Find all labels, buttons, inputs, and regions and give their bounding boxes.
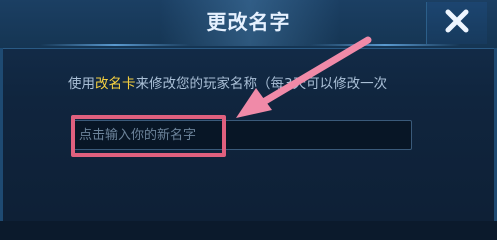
annotation-highlight-box bbox=[71, 115, 226, 157]
rename-card-highlight: 改名卡 bbox=[95, 76, 136, 92]
title-decoration-left bbox=[40, 44, 190, 46]
rename-description: 使用改名卡来修改您的玩家名称（每3天可以修改一次 bbox=[68, 72, 488, 92]
close-button[interactable] bbox=[426, 2, 487, 44]
close-icon bbox=[444, 8, 470, 38]
description-suffix: 来修改您的玩家名称（每3天可以修改一次 bbox=[135, 76, 388, 92]
dialog-title-bar: 更改名字 bbox=[0, 0, 497, 49]
rename-dialog: 更改名字 使用改名卡来修改您的玩家名称（每3天可以修改一次 bbox=[0, 0, 497, 221]
description-prefix: 使用 bbox=[68, 76, 95, 92]
dialog-frame-left bbox=[0, 48, 3, 221]
dialog-title: 更改名字 bbox=[206, 10, 291, 34]
title-decoration-right bbox=[310, 44, 460, 46]
